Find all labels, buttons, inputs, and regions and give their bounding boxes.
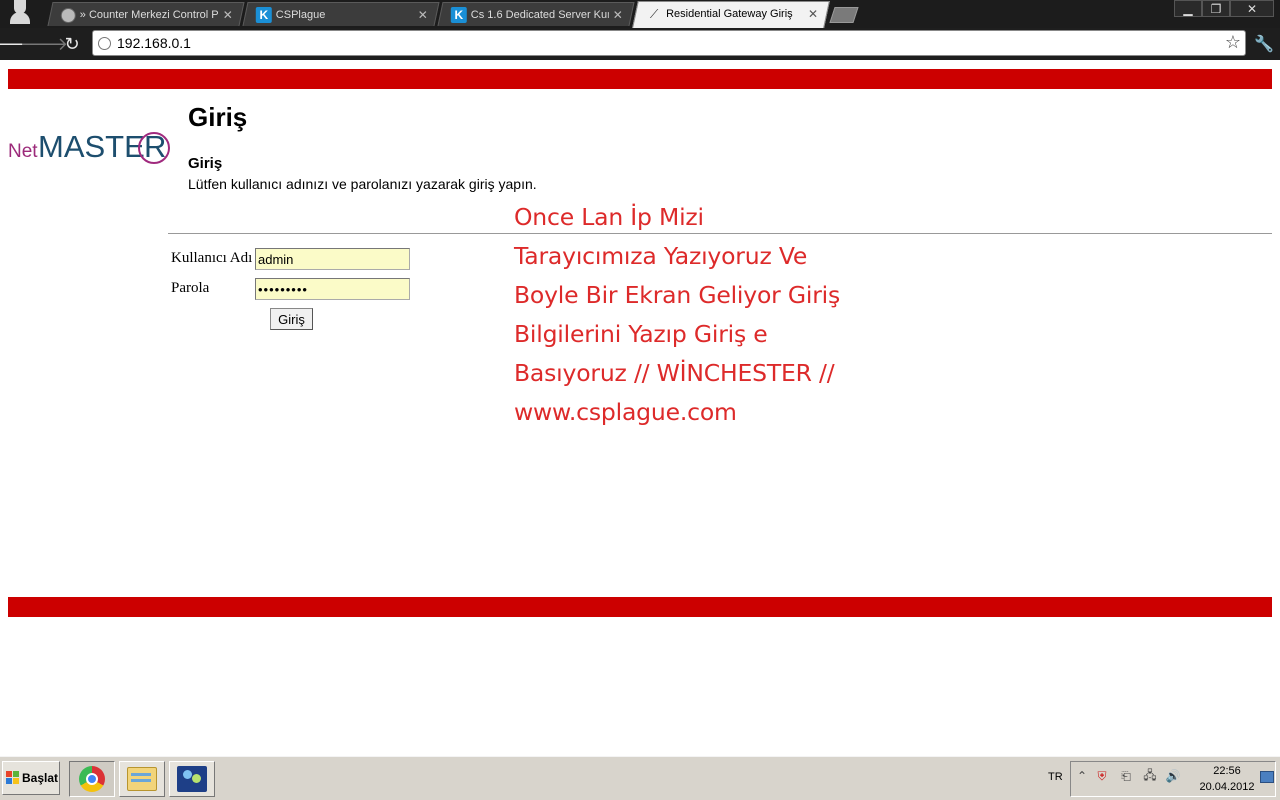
annotation-line: Basıyoruz // WİNCHESTER //: [514, 359, 835, 387]
login-instruction: Lütfen kullanıcı adınızı ve parolanızı y…: [188, 176, 537, 192]
show-desktop-button[interactable]: [1260, 771, 1274, 783]
tab-title: CSPlague: [275, 9, 326, 21]
taskbar-app-messenger[interactable]: [169, 761, 215, 797]
gateway-icon: ⟋: [649, 6, 659, 21]
tab-residential-gateway[interactable]: ⟋ Residential Gateway Giriş ✕: [632, 1, 830, 28]
taskbar: Başlat TR ⌃ ⛨ ⎗ 🖧 🔊 22:56 20.04.2012: [0, 756, 1280, 800]
windows-flag-icon: [6, 771, 20, 785]
tab-counter-merkezi[interactable]: » Counter Merkezi Control Pan ✕: [47, 2, 245, 26]
address-bar[interactable]: ☆: [92, 30, 1246, 56]
forward-arrow-icon[interactable]: 🡒: [20, 33, 68, 55]
tab-csplague[interactable]: K CSPlague ✕: [242, 2, 440, 26]
volume-icon[interactable]: 🔊: [1166, 769, 1181, 783]
username-input[interactable]: [255, 248, 410, 270]
tab-title: » Counter Merkezi Control Pan: [79, 9, 219, 21]
annotation-line: Tarayıcımıza Yazıyoruz Ve: [514, 242, 808, 270]
maximize-button[interactable]: ❐: [1202, 0, 1230, 17]
minimize-button[interactable]: ▁: [1174, 0, 1202, 17]
clock-date[interactable]: 20.04.2012: [1196, 781, 1258, 793]
network-icon[interactable]: 🖧: [1143, 768, 1157, 783]
usb-device-icon[interactable]: ⎗: [1119, 769, 1133, 783]
messenger-icon: [177, 766, 207, 792]
annotation-line: www.csplague.com: [514, 398, 737, 426]
folder-icon: [127, 767, 157, 791]
url-input[interactable]: [117, 34, 1017, 52]
netmaster-logo: Net MASTE R: [8, 129, 170, 169]
tab-title: Residential Gateway Giriş: [666, 8, 793, 20]
tab-strip: » Counter Merkezi Control Pan ✕ K CSPlag…: [0, 0, 1280, 28]
start-button[interactable]: Başlat: [2, 761, 60, 795]
page-title: Giriş: [188, 102, 248, 132]
annotation-line: Boyle Bir Ekran Geliyor Giriş: [514, 281, 841, 309]
tab-close-icon[interactable]: ✕: [613, 8, 623, 22]
browser-toolbar: 🡐 🡒 ↻ ☆ 🔧: [0, 28, 1280, 60]
password-label: Parola: [171, 280, 210, 296]
annotation-line: Bilgilerini Yazıp Giriş e: [514, 320, 768, 348]
tab-title: Cs 1.6 Dedicated Server Kurulu: [470, 9, 609, 21]
bookmark-star-icon[interactable]: ☆: [1225, 32, 1241, 53]
top-red-bar: [8, 69, 1272, 89]
security-alert-icon[interactable]: ⛨: [1095, 769, 1109, 783]
tab-close-icon[interactable]: ✕: [418, 8, 428, 22]
reload-icon[interactable]: ↻: [61, 33, 83, 55]
tray-expand-icon[interactable]: ⌃: [1075, 769, 1089, 783]
profile-icon[interactable]: [8, 0, 32, 24]
section-heading: Giriş: [188, 155, 223, 172]
annotation-line: Once Lan İp Mizi: [514, 203, 704, 231]
window-controls: ▁ ❐ ✕: [1174, 0, 1274, 18]
clock-time[interactable]: 22:56: [1200, 765, 1254, 777]
tab-cs-dedicated-server[interactable]: K Cs 1.6 Dedicated Server Kurulu ✕: [437, 2, 635, 26]
tab-close-icon[interactable]: ✕: [223, 8, 233, 22]
tab-close-icon[interactable]: ✕: [808, 7, 818, 21]
wrench-menu-icon[interactable]: 🔧: [1254, 33, 1274, 53]
close-window-button[interactable]: ✕: [1230, 0, 1274, 17]
username-label: Kullanıcı Adı: [171, 250, 253, 266]
login-button[interactable]: Giriş: [270, 308, 313, 330]
csplague-icon: K: [255, 7, 272, 23]
globe-icon: [60, 7, 76, 23]
bottom-red-bar: [8, 597, 1272, 617]
csplague-icon: K: [450, 7, 467, 23]
browser-chrome: » Counter Merkezi Control Pan ✕ K CSPlag…: [0, 0, 1280, 60]
taskbar-app-explorer[interactable]: [119, 761, 165, 797]
taskbar-app-chrome[interactable]: [69, 761, 115, 797]
start-label: Başlat: [22, 771, 59, 785]
page-content: Net MASTE R Giriş Giriş Lütfen kullanıcı…: [0, 60, 1280, 756]
password-input[interactable]: [255, 278, 410, 300]
new-tab-button[interactable]: [829, 7, 859, 23]
annotation-text: Once Lan İp Mizi Tarayıcımıza Yazıyoruz …: [514, 198, 934, 432]
chrome-icon: [79, 766, 105, 792]
language-indicator[interactable]: TR: [1048, 771, 1063, 783]
page-icon: [98, 37, 111, 50]
